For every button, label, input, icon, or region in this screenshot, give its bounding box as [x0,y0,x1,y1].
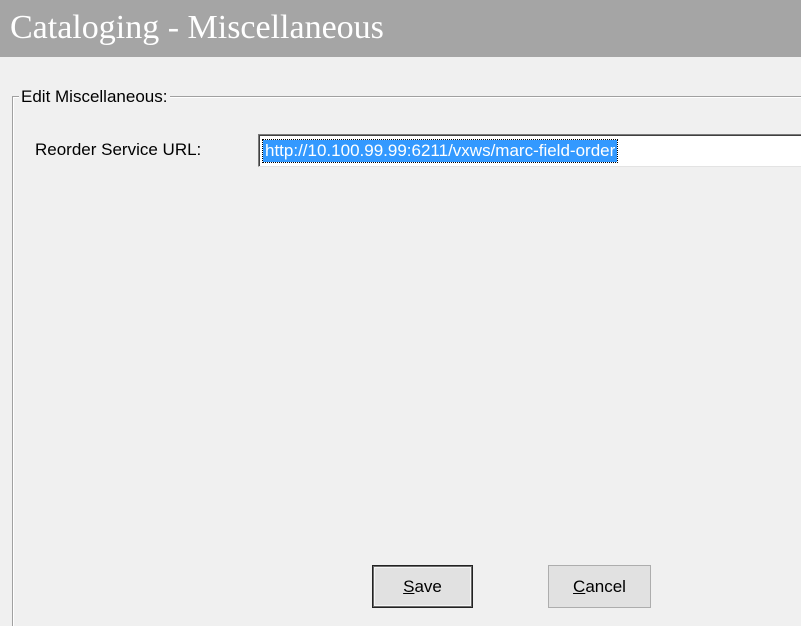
reorder-service-url-input[interactable]: http://10.100.99.99:6211/vxws/marc-field… [258,134,801,167]
window-title: Cataloging - Miscellaneous [10,9,384,46]
reorder-service-url-label: Reorder Service URL: [35,140,202,159]
save-button-mnemonic: S [403,576,415,596]
title-bar: Cataloging - Miscellaneous [0,0,801,57]
reorder-service-url-value[interactable]: http://10.100.99.99:6211/vxws/marc-field… [261,139,619,163]
groupbox-title: Edit Miscellaneous: [19,87,171,107]
cancel-button-label: ancel [585,576,626,596]
save-button[interactable]: Save [372,565,473,608]
edit-miscellaneous-groupbox [12,96,801,626]
cancel-button-mnemonic: C [573,576,586,596]
save-button-label: ave [414,576,442,596]
cancel-button[interactable]: Cancel [548,565,651,608]
